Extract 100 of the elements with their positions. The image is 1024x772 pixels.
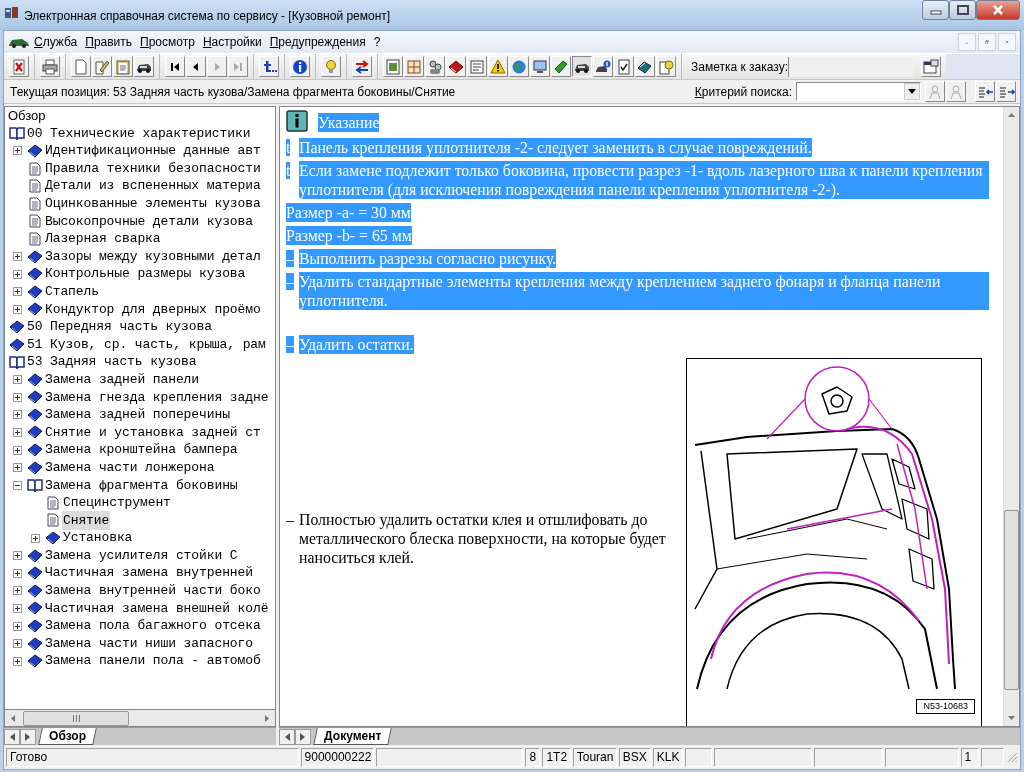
book-icon (27, 249, 43, 264)
tree-item[interactable]: Замена внутренней части боко (44, 581, 262, 601)
scrollbar-thumb[interactable] (23, 710, 129, 726)
book-icon (27, 302, 43, 317)
menu-item[interactable]: Настройки (198, 33, 266, 51)
menu-item[interactable]: Служба (30, 33, 82, 51)
tab-scroll-right-button[interactable] (20, 729, 36, 745)
right-arrow-icon (300, 733, 306, 741)
tree-item[interactable]: 50 Передняя часть кузова (26, 317, 213, 337)
tree-item[interactable]: Высокопрочные детали кузова (44, 211, 254, 232)
status-message: Готово (6, 747, 299, 767)
paragraph: Если замене подлежит только боковина, провести разрез -1- вдоль лазерного шва к панели крепления уплотнителя (для исключения повреждения панели крепления уплотнителя -2-). (299, 161, 989, 199)
expand-icon[interactable] (12, 586, 22, 596)
tree-item[interactable]: Контрольные размеры кузова (44, 264, 247, 284)
vertical-scrollbar[interactable] (1003, 107, 1019, 726)
bullet-marker: t (286, 139, 291, 156)
expand-icon[interactable] (12, 410, 22, 420)
paragraph: Панель крепления уплотнителя -2- следует заменить в случае повреждений. (299, 138, 812, 157)
expand-icon[interactable] (12, 621, 22, 631)
tree-item[interactable]: Правила техники безопасности (44, 158, 262, 179)
tree-item[interactable]: Стапель (44, 282, 100, 302)
printer-icon (42, 58, 58, 75)
maximize-button[interactable] (949, 0, 976, 20)
tree-item[interactable]: Установка (62, 528, 134, 548)
menu-item[interactable]: Просмотр (136, 33, 199, 51)
tree-item[interactable]: Замена задней поперечины (44, 405, 231, 425)
tree-item[interactable]: 51 Кузов, ср. часть, крыша, рам (26, 334, 267, 355)
expand-icon[interactable] (12, 269, 22, 279)
tree-item[interactable]: Оцинкованные элементы кузова (44, 194, 262, 214)
search-combobox[interactable] (796, 82, 921, 101)
status-field (980, 747, 1005, 767)
tab-scroll-left-button[interactable] (4, 729, 20, 745)
tree-item[interactable]: Замена фрагмента боковины (44, 475, 239, 495)
toolbar-button[interactable] (572, 56, 592, 77)
warning-icon (490, 58, 506, 75)
tree-header: Обзор (8, 107, 47, 125)
status-field (813, 747, 883, 767)
swap-arrows-icon (354, 58, 370, 75)
book-icon (27, 390, 43, 405)
book-icon (27, 619, 43, 633)
tree-item[interactable]: Лазерная сварка (44, 229, 162, 249)
expand-icon[interactable] (12, 551, 22, 561)
menu-item[interactable]: Предупреждения (265, 33, 370, 51)
scrollbar-thumb[interactable] (1004, 510, 1019, 690)
collapse-icon[interactable] (12, 480, 22, 490)
tree-item[interactable]: Идентификационные данные авт (44, 141, 262, 161)
expand-icon[interactable] (12, 445, 22, 455)
tree-item[interactable]: Замена гнезда крепления задне (44, 387, 270, 408)
tree-item[interactable]: Кондуктор для дверных проёмо (44, 299, 262, 320)
expand-icon[interactable] (12, 304, 22, 314)
order-note-field[interactable] (788, 56, 913, 77)
left-arrow-icon (9, 733, 15, 741)
tab-scroll-left-button[interactable] (279, 729, 295, 745)
menu-item[interactable]: Править (81, 33, 137, 51)
tree-item[interactable]: Частичная замена внутренней (44, 563, 254, 583)
tree-item[interactable]: Детали из вспененных материа (44, 176, 262, 196)
tree-item[interactable]: Снятие и установка задней ст (44, 422, 262, 443)
expand-icon[interactable] (12, 287, 22, 297)
tree-item[interactable]: Замена панели пола - автомоб (44, 651, 262, 671)
horizontal-scrollbar[interactable] (4, 710, 276, 727)
expand-icon[interactable] (12, 603, 22, 613)
note-heading: Указание (318, 113, 380, 132)
tree-item[interactable]: Частичная замена внешней колё (44, 598, 270, 619)
book-icon (45, 531, 61, 546)
expand-icon[interactable] (12, 375, 22, 385)
expand-icon[interactable] (12, 656, 22, 666)
tree-item[interactable]: Замена части лонжерона (44, 457, 216, 478)
menu-item[interactable]: ? (369, 33, 385, 51)
tree-item[interactable]: Замена пола багажного отсека (44, 616, 262, 636)
close-button[interactable] (976, 0, 1020, 20)
book-icon (27, 583, 43, 598)
expand-icon[interactable] (12, 568, 22, 578)
tab[interactable]: Документ (313, 728, 393, 745)
people-icon (427, 58, 443, 75)
tree-item[interactable]: 00 Технические характеристики (26, 123, 252, 144)
tree-item[interactable]: 53 Задняя часть кузова (26, 352, 198, 372)
expand-icon[interactable] (12, 392, 22, 402)
bullet-marker: – (286, 510, 294, 528)
minimize-button[interactable] (922, 0, 949, 20)
tree-item[interactable]: Замена усилителя стойки С (44, 545, 239, 566)
expand-icon[interactable] (12, 428, 22, 437)
tree-item[interactable]: Зазоры между кузовными детал (44, 246, 262, 267)
closed-book-icon (553, 58, 569, 75)
expand-icon[interactable] (12, 146, 22, 156)
status-field (685, 747, 712, 767)
expand-icon[interactable] (12, 463, 22, 473)
tab-scroll-right-button[interactable] (295, 729, 311, 745)
expand-icon[interactable] (12, 252, 22, 262)
expand-icon[interactable] (12, 639, 22, 649)
book-icon (27, 548, 43, 563)
tree-item[interactable]: Замена кронштейна бампера (44, 440, 239, 460)
tree-item[interactable]: Снятие (62, 510, 111, 531)
tree-item[interactable]: Специнструмент (62, 493, 172, 513)
tree-item[interactable]: Замена части ниши запасного (44, 633, 254, 654)
tree-item[interactable]: Замена задней панели (44, 369, 201, 390)
expand-icon[interactable] (30, 533, 40, 543)
tab[interactable]: Обзор (38, 728, 97, 745)
grid-icon (406, 58, 422, 75)
paragraph: Удалить остатки. (299, 335, 414, 354)
book-icon (27, 144, 43, 158)
